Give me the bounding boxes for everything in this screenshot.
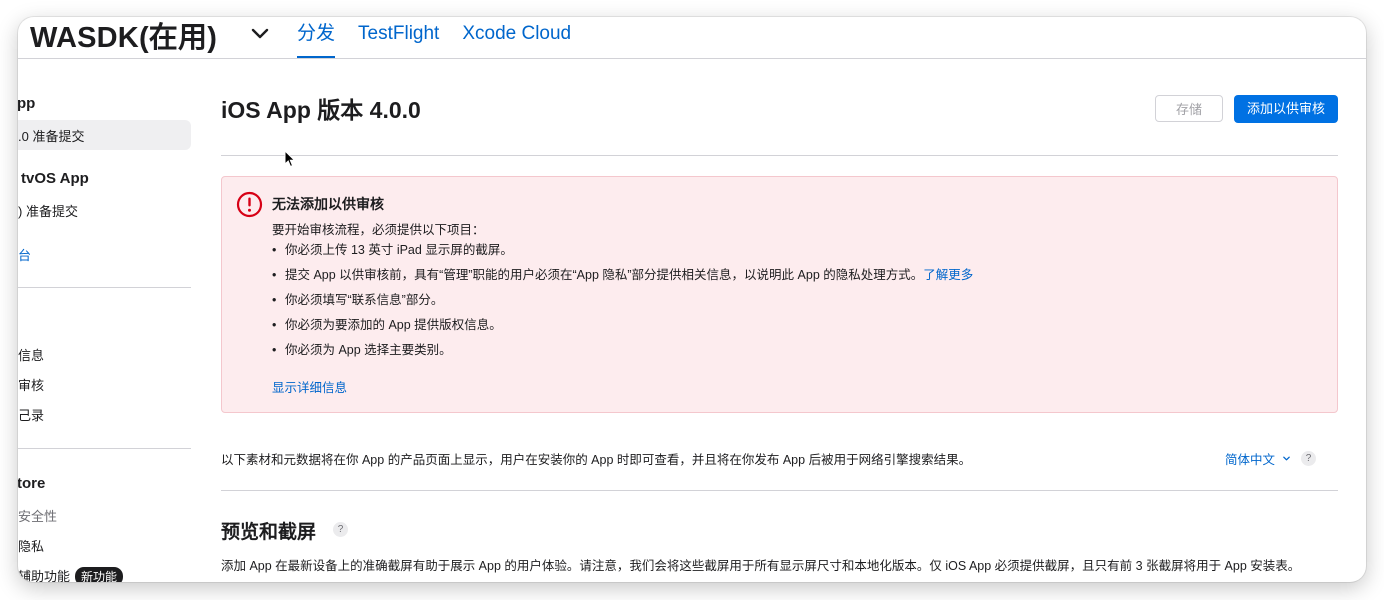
section-divider <box>221 490 1338 491</box>
sidebar-item-history[interactable]: 己录 <box>18 405 44 424</box>
page-title: iOS App 版本 4.0.0 <box>221 97 421 123</box>
tab-testflight[interactable]: TestFlight <box>358 17 439 58</box>
section-description: 添加 App 在最新设备上的准确截屏有助于展示 App 的用户体验。请注意，我们… <box>221 559 1301 573</box>
error-banner: 无法添加以供审核 要开始审核流程，必须提供以下项目： 你必须上传 13 英寸 i… <box>221 176 1338 413</box>
sidebar-heading-app-store: tore <box>18 475 46 492</box>
language-select[interactable]: 简体中文 <box>1225 449 1291 468</box>
exclamation-circle-icon <box>236 191 263 218</box>
sidebar-divider <box>18 448 191 449</box>
sidebar-link-add-platform[interactable]: 台 <box>18 245 31 264</box>
sidebar-divider <box>18 287 191 288</box>
sidebar: pp .0 准备提交 tvOS App ) 准备提交 台 信息 审核 己录 to… <box>18 58 191 582</box>
add-for-review-button[interactable]: 添加以供审核 <box>1234 95 1338 123</box>
top-bar: WASDK(在用) 分发 TestFlight Xcode Cloud <box>18 17 1366 59</box>
sidebar-item-accessibility[interactable]: 辅助功能 新功能 <box>18 566 124 582</box>
error-intro: 要开始审核流程，必须提供以下项目： <box>272 223 485 237</box>
top-tabs: 分发 TestFlight Xcode Cloud <box>297 17 571 58</box>
sidebar-item-security[interactable]: 安全性 <box>18 506 57 525</box>
list-item: 你必须为要添加的 App 提供版权信息。 <box>272 317 973 342</box>
list-item: 提交 App 以供审核前，具有“管理”职能的用户必须在“App 隐私”部分提供相… <box>272 267 973 292</box>
language-select-label: 简体中文 <box>1225 453 1276 467</box>
mouse-cursor-icon <box>284 150 296 168</box>
sidebar-item-tvos-version[interactable]: ) 准备提交 <box>18 201 78 220</box>
tab-xcode-cloud[interactable]: Xcode Cloud <box>462 17 571 58</box>
list-item: 你必须为 App 选择主要类别。 <box>272 342 973 367</box>
error-list: 你必须上传 13 英寸 iPad 显示屏的截屏。 提交 App 以供审核前，具有… <box>272 242 973 367</box>
new-feature-badge: 新功能 <box>75 567 124 582</box>
show-details-link[interactable]: 显示详细信息 <box>272 377 347 396</box>
sidebar-item-privacy[interactable]: 隐私 <box>18 536 44 555</box>
main-content: iOS App 版本 4.0.0 存储 添加以供审核 无法添加以供审核 要开始审… <box>221 58 1338 582</box>
sidebar-item-app-review[interactable]: 审核 <box>18 375 44 394</box>
chevron-down-icon[interactable] <box>250 23 270 43</box>
sidebar-heading-ios-app: pp <box>18 95 36 112</box>
app-title[interactable]: WASDK(在用) <box>30 17 217 56</box>
help-icon[interactable]: ? <box>333 522 348 537</box>
help-icon[interactable]: ? <box>1301 451 1316 466</box>
list-item-text: 提交 App 以供审核前，具有“管理”职能的用户必须在“App 隐私”部分提供相… <box>285 268 924 282</box>
metadata-description: 以下素材和元数据将在你 App 的产品页面上显示，用户在安装你的 App 时即可… <box>221 453 972 467</box>
list-item: 你必须上传 13 英寸 iPad 显示屏的截屏。 <box>272 242 973 267</box>
save-button[interactable]: 存储 <box>1155 95 1223 122</box>
sidebar-item-label: 辅助功能 <box>18 569 71 582</box>
sidebar-heading-tvos-app: tvOS App <box>21 170 89 187</box>
learn-more-link[interactable]: 了解更多 <box>923 268 973 282</box>
sidebar-item-app-info[interactable]: 信息 <box>18 345 44 364</box>
list-item: 你必须填写“联系信息”部分。 <box>272 292 973 317</box>
app-window: WASDK(在用) 分发 TestFlight Xcode Cloud pp .… <box>18 17 1366 582</box>
sidebar-item-ios-version[interactable]: .0 准备提交 <box>18 126 84 145</box>
header-divider <box>221 155 1338 156</box>
chevron-down-icon <box>1282 456 1290 461</box>
error-title: 无法添加以供审核 <box>272 196 384 212</box>
section-title-previews: 预览和截屏 <box>221 522 317 543</box>
tab-distribution[interactable]: 分发 <box>297 17 336 58</box>
